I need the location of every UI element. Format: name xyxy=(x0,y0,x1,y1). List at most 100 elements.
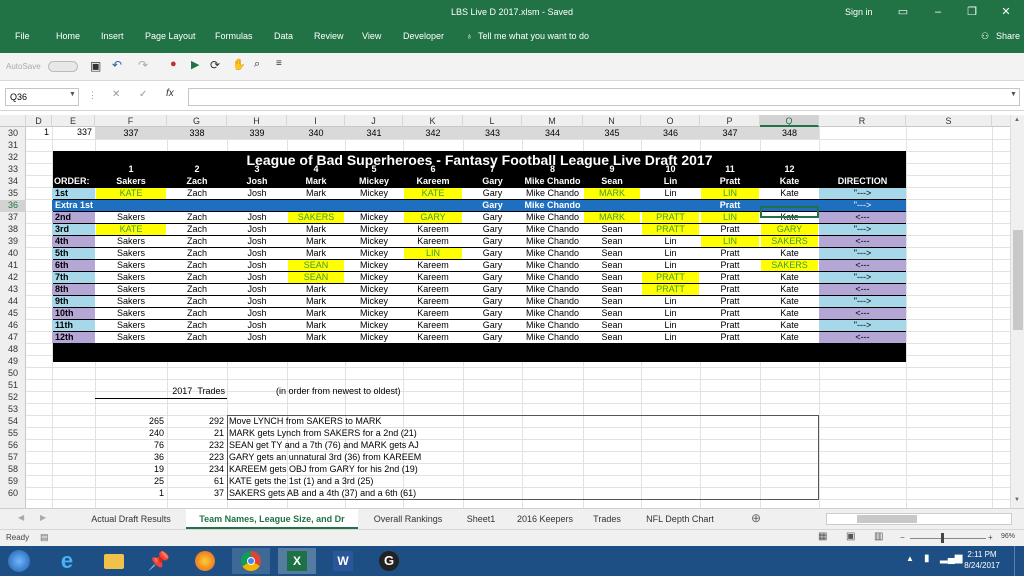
direction-cell[interactable]: "---> xyxy=(819,188,906,199)
tab-page-layout[interactable]: Page Layout xyxy=(145,31,196,41)
draft-pick-cell[interactable]: PRATT xyxy=(642,284,699,295)
cell-d30[interactable]: 1 xyxy=(26,127,52,138)
row-header[interactable]: 37 xyxy=(0,212,26,224)
draft-pick-cell[interactable]: Mark xyxy=(288,332,344,343)
draft-pick-cell[interactable]: Mike Chando xyxy=(523,284,582,295)
draft-pick-cell[interactable]: SAKERS xyxy=(288,212,344,223)
draft-pick-cell[interactable]: Zach xyxy=(168,248,226,259)
draft-pick-cell[interactable]: Sakers xyxy=(96,320,166,331)
pick-number[interactable]: 2 xyxy=(167,164,227,176)
draft-pick-cell[interactable]: Pratt xyxy=(701,308,759,319)
direction-cell[interactable]: <--- xyxy=(819,260,906,271)
column-header[interactable]: L xyxy=(463,115,522,127)
column-header[interactable]: I xyxy=(287,115,345,127)
draft-pick-cell[interactable]: Lin xyxy=(642,296,699,307)
trade-description[interactable]: SEAN get TY and a 7th (76) and MARK gets… xyxy=(229,440,629,451)
draft-pick-cell[interactable]: Mark xyxy=(288,188,344,199)
share-button[interactable]: Share xyxy=(996,31,1020,41)
column-header[interactable]: F xyxy=(95,115,167,127)
draft-pick-cell[interactable]: Gary xyxy=(464,284,521,295)
row-header[interactable]: 39 xyxy=(0,236,26,248)
row30-value[interactable]: 340 xyxy=(287,128,345,139)
draft-pick-cell[interactable]: Kareem xyxy=(404,260,462,271)
row-header[interactable]: 45 xyxy=(0,308,26,320)
round-label[interactable]: Extra 1st xyxy=(52,200,95,211)
excel-taskbar-icon[interactable]: X xyxy=(278,548,316,574)
row-header[interactable]: 49 xyxy=(0,356,26,368)
row-header[interactable]: 31 xyxy=(0,140,26,152)
enter-icon[interactable]: ✓ xyxy=(139,89,147,100)
row-header[interactable]: 42 xyxy=(0,272,26,284)
direction-cell[interactable]: "---> xyxy=(819,320,906,331)
draft-pick-cell[interactable]: Kate xyxy=(761,284,818,295)
draft-pick-cell[interactable] xyxy=(642,200,699,211)
draft-pick-cell[interactable]: Mike Chando xyxy=(523,236,582,247)
row-header[interactable]: 57 xyxy=(0,452,26,464)
zoom-slider-thumb[interactable] xyxy=(941,533,944,543)
draft-pick-cell[interactable]: Zach xyxy=(168,332,226,343)
trade-description[interactable]: MARK gets Lynch from SAKERS for a 2nd (2… xyxy=(229,428,629,439)
draft-pick-cell[interactable]: Gary xyxy=(464,272,521,283)
row-header[interactable]: 33 xyxy=(0,164,26,176)
draft-pick-cell[interactable]: Mark xyxy=(288,296,344,307)
horizontal-scrollbar[interactable] xyxy=(826,513,1012,525)
draft-pick-cell[interactable]: GARY xyxy=(761,224,818,235)
sign-in-link[interactable]: Sign in xyxy=(845,7,873,17)
trade-description[interactable]: KATE gets the 1st (1) and a 3rd (25) xyxy=(229,476,629,487)
row30-value[interactable]: 343 xyxy=(463,128,522,139)
draft-pick-cell[interactable]: Mickey xyxy=(346,308,402,319)
row-header[interactable]: 51 xyxy=(0,380,26,392)
draft-pick-cell[interactable]: Kate xyxy=(761,332,818,343)
round-label[interactable]: 9th xyxy=(52,296,95,307)
row-header[interactable]: 53 xyxy=(0,404,26,416)
row-header[interactable]: 35 xyxy=(0,188,26,200)
round-label[interactable]: 12th xyxy=(52,332,95,343)
sheet-tab-sheet1[interactable]: Sheet1 xyxy=(458,509,504,529)
draft-pick-cell[interactable] xyxy=(228,200,286,211)
round-label[interactable]: 2nd xyxy=(52,212,95,223)
draft-pick-cell[interactable] xyxy=(346,200,402,211)
draft-pick-cell[interactable]: Sean xyxy=(584,320,640,331)
pick-number[interactable]: 8 xyxy=(522,164,583,176)
draft-pick-cell[interactable]: Pratt xyxy=(701,284,759,295)
tab-scroll-left-icon[interactable]: ◀ xyxy=(18,513,24,522)
trade-pick-b[interactable]: 234 xyxy=(167,464,227,475)
system-clock[interactable]: 2:11 PM 8/24/2017 xyxy=(962,549,1002,571)
tab-insert[interactable]: Insert xyxy=(101,31,124,41)
trade-pick-b[interactable]: 232 xyxy=(167,440,227,451)
draft-pick-cell[interactable]: Lin xyxy=(642,320,699,331)
draft-pick-cell[interactable]: Kareem xyxy=(404,284,462,295)
draft-pick-cell[interactable]: Sakers xyxy=(96,272,166,283)
draft-pick-cell[interactable]: Sean xyxy=(584,332,640,343)
direction-cell[interactable]: "---> xyxy=(819,248,906,259)
column-header[interactable]: G xyxy=(167,115,227,127)
draft-pick-cell[interactable]: Gary xyxy=(464,188,521,199)
row30-value[interactable]: 339 xyxy=(227,128,287,139)
row30-value[interactable]: 337 xyxy=(95,128,167,139)
pinned-app-icon[interactable]: 📌 xyxy=(140,548,178,574)
draft-pick-cell[interactable]: Kareem xyxy=(404,332,462,343)
draft-pick-cell[interactable]: Pratt xyxy=(701,296,759,307)
draft-pick-cell[interactable]: Kate xyxy=(761,248,818,259)
pick-number[interactable]: 5 xyxy=(345,164,403,176)
draft-pick-cell[interactable]: Zach xyxy=(168,284,226,295)
tab-developer[interactable]: Developer xyxy=(403,31,444,41)
draft-pick-cell[interactable] xyxy=(404,200,462,211)
draft-pick-cell[interactable]: Kareem xyxy=(404,320,462,331)
draft-pick-cell[interactable]: Mike Chando xyxy=(523,224,582,235)
name-box[interactable]: Q36 xyxy=(5,88,79,106)
draft-pick-cell[interactable]: Sakers xyxy=(96,212,166,223)
horizontal-scrollbar-thumb[interactable] xyxy=(857,515,917,523)
row-header[interactable]: 50 xyxy=(0,368,26,380)
team-name[interactable]: Lin xyxy=(641,176,700,188)
draft-pick-cell[interactable]: KATE xyxy=(404,188,462,199)
draft-pick-cell[interactable]: Kate xyxy=(761,272,818,283)
pick-number[interactable]: 9 xyxy=(583,164,641,176)
trade-pick-a[interactable]: 1 xyxy=(95,488,167,499)
trade-description[interactable]: KAREEM gets OBJ from GARY for his 2nd (1… xyxy=(229,464,629,475)
draft-pick-cell[interactable]: Sakers xyxy=(96,332,166,343)
row-header[interactable]: 30 xyxy=(0,128,26,140)
draft-pick-cell[interactable]: LIN xyxy=(701,212,759,223)
chrome-icon[interactable] xyxy=(232,548,270,574)
draft-pick-cell[interactable]: Sean xyxy=(584,236,640,247)
